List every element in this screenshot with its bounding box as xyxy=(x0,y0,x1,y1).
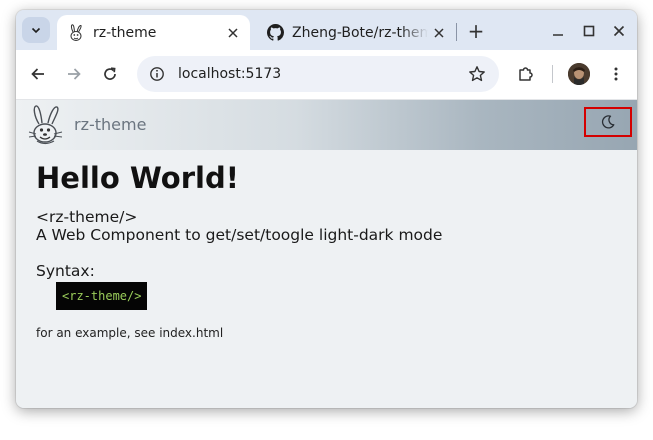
toolbar-separator xyxy=(552,65,553,83)
description-text: A Web Component to get/set/toogle light-… xyxy=(36,226,443,244)
moon-icon xyxy=(601,115,615,129)
close-icon[interactable] xyxy=(222,22,244,44)
avatar[interactable] xyxy=(568,63,590,85)
back-arrow-icon xyxy=(31,68,44,80)
star-icon[interactable] xyxy=(466,63,488,85)
close-icon xyxy=(613,25,625,37)
browser-window: rz-theme Zheng-Bote/rz-theme + localhost… xyxy=(16,10,637,408)
theme-toggle-button[interactable] xyxy=(584,107,632,137)
github-icon xyxy=(266,24,284,42)
component-tag-text: <rz-theme/> xyxy=(36,208,138,226)
syntax-label: Syntax: xyxy=(36,262,95,280)
bunny-logo-icon xyxy=(28,105,63,145)
reload-icon xyxy=(104,67,116,80)
reload-button[interactable] xyxy=(98,62,122,86)
new-tab-button[interactable]: + xyxy=(463,18,489,44)
tab-strip: rz-theme Zheng-Bote/rz-theme + xyxy=(16,10,637,50)
tab-title: Zheng-Bote/rz-theme xyxy=(292,24,428,41)
page-viewport: rz-theme Hello World! <rz-theme/> A Web … xyxy=(16,99,637,408)
maximize-button[interactable] xyxy=(574,18,604,44)
main-content: Hello World! <rz-theme/> A Web Component… xyxy=(36,160,616,340)
site-info-icon[interactable] xyxy=(146,63,168,85)
address-bar[interactable]: localhost:5173 xyxy=(137,56,499,92)
close-icon[interactable] xyxy=(428,22,450,44)
maximize-icon xyxy=(583,25,595,37)
forward-arrow-icon xyxy=(68,68,81,80)
url-text[interactable]: localhost:5173 xyxy=(178,66,466,82)
tab-github[interactable]: Zheng-Bote/rz-theme xyxy=(256,15,456,50)
chevron-down-icon xyxy=(31,27,41,34)
minimize-button[interactable] xyxy=(543,18,573,44)
bunny-logo-icon xyxy=(67,23,85,42)
tab-title: rz-theme xyxy=(93,24,157,41)
plus-icon: + xyxy=(467,19,485,43)
tab-separator xyxy=(456,23,457,41)
extensions-icon xyxy=(519,67,533,81)
browser-toolbar: localhost:5173 xyxy=(16,50,637,99)
kebab-menu-icon xyxy=(614,67,618,81)
browser-menu-button[interactable] xyxy=(604,62,628,86)
example-note: for an example, see index.html xyxy=(36,326,224,340)
minimize-icon xyxy=(553,34,563,36)
back-button[interactable] xyxy=(26,62,50,86)
extensions-button[interactable] xyxy=(514,62,538,86)
app-header: rz-theme xyxy=(16,100,637,150)
brand-title: rz-theme xyxy=(74,115,147,134)
close-window-button[interactable] xyxy=(604,18,634,44)
tab-search-button[interactable] xyxy=(22,17,50,43)
syntax-code-block: <rz-theme/> xyxy=(56,282,148,310)
tab-rz-theme[interactable]: rz-theme xyxy=(57,15,250,50)
page-heading: Hello World! xyxy=(36,161,239,195)
forward-button[interactable] xyxy=(62,62,86,86)
